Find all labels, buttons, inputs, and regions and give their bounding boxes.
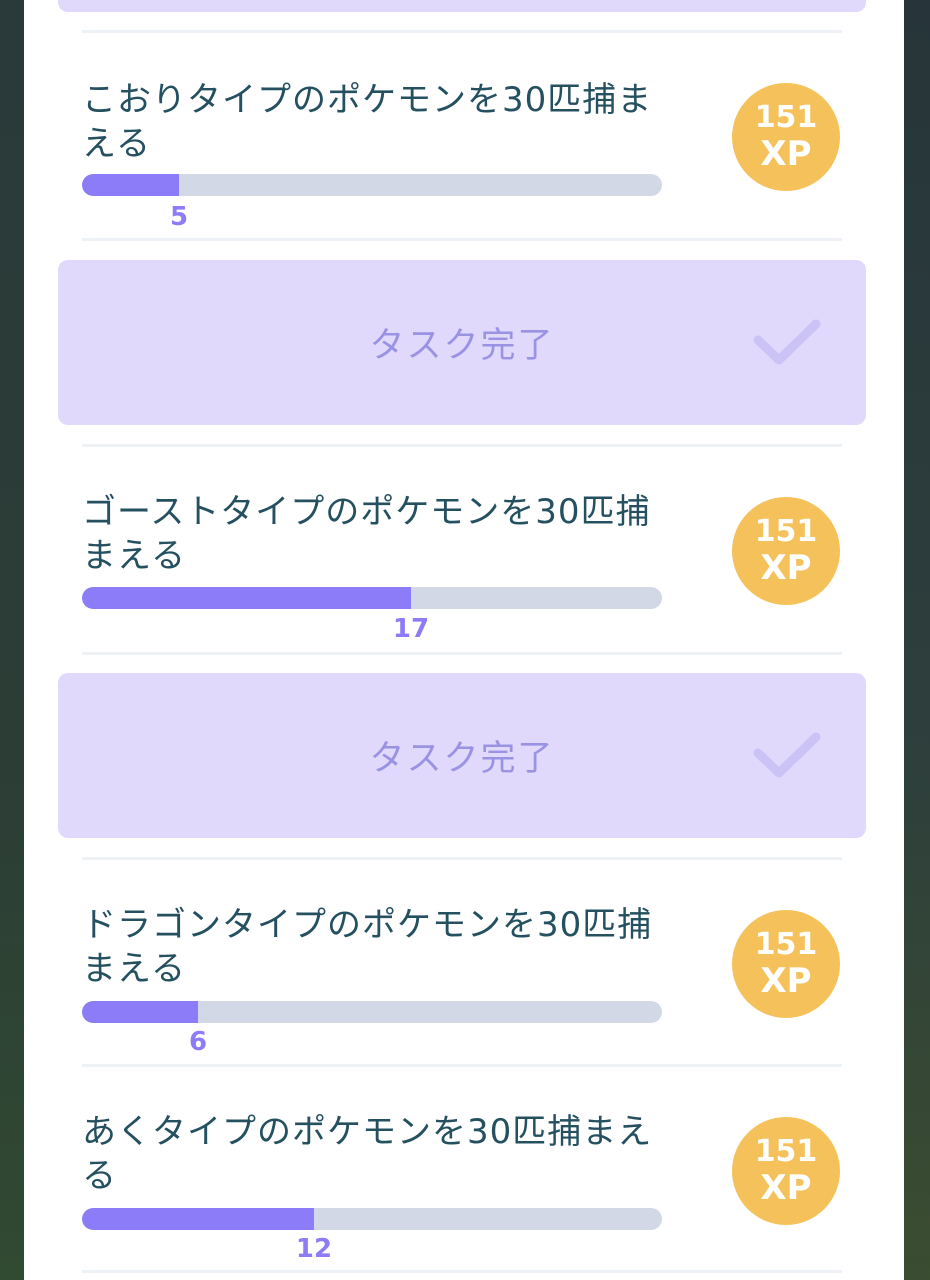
divider xyxy=(82,652,842,655)
xp-amount: 151 xyxy=(754,927,818,962)
progress-count: 5 xyxy=(169,202,189,232)
xp-amount: 151 xyxy=(754,100,818,135)
divider xyxy=(82,1064,842,1067)
progress-bar-fill xyxy=(82,587,411,609)
task-title: ゴーストタイプのポケモンを30匹捕まえる xyxy=(82,492,651,576)
task-list-panel[interactable]: こおりタイプのポケモンを30匹捕まえる 5 151 XP タスク完了 ゴーストタ… xyxy=(24,0,904,1280)
progress-bar xyxy=(82,174,662,196)
progress-bar xyxy=(82,587,662,609)
task-complete-label: タスク完了 xyxy=(369,739,555,779)
xp-reward-badge: 151 XP xyxy=(732,1117,840,1225)
divider xyxy=(82,1270,842,1273)
xp-amount: 151 xyxy=(754,1134,818,1169)
xp-reward-badge: 151 XP xyxy=(732,83,840,191)
divider xyxy=(82,857,842,860)
progress-bar-fill xyxy=(82,1001,198,1023)
task-item[interactable]: あくタイプのポケモンを30匹捕まえる 12 151 XP xyxy=(82,1110,846,1280)
task-title: こおりタイプのポケモンを30匹捕まえる xyxy=(82,80,653,164)
task-item[interactable]: ゴーストタイプのポケモンを30匹捕まえる 17 151 XP xyxy=(82,490,846,670)
divider xyxy=(82,238,842,241)
completed-task-card[interactable]: タスク完了 xyxy=(58,673,866,838)
task-item[interactable]: ドラゴンタイプのポケモンを30匹捕まえる 6 151 XP xyxy=(82,903,846,1083)
task-title: あくタイプのポケモンを30匹捕まえる xyxy=(82,1112,653,1196)
progress-count: 6 xyxy=(188,1027,208,1057)
checkmark-icon xyxy=(753,319,821,365)
background-left xyxy=(0,0,24,1280)
xp-unit: XP xyxy=(760,1168,812,1208)
progress-count: 17 xyxy=(392,614,430,644)
divider xyxy=(82,444,842,447)
xp-unit: XP xyxy=(760,961,812,1001)
task-title: ドラゴンタイプのポケモンを30匹捕まえる xyxy=(82,905,653,989)
divider xyxy=(82,30,842,33)
completed-task-card-partial xyxy=(58,0,866,12)
completed-task-card[interactable]: タスク完了 xyxy=(58,260,866,425)
background-right xyxy=(904,0,930,1280)
task-item[interactable]: こおりタイプのポケモンを30匹捕まえる 5 151 XP xyxy=(82,78,846,258)
xp-reward-badge: 151 XP xyxy=(732,910,840,1018)
xp-unit: XP xyxy=(760,548,812,588)
progress-bar-fill xyxy=(82,1208,314,1230)
progress-count: 12 xyxy=(295,1234,333,1264)
progress-bar-fill xyxy=(82,174,179,196)
xp-unit: XP xyxy=(760,134,812,174)
progress-bar xyxy=(82,1001,662,1023)
xp-amount: 151 xyxy=(754,514,818,549)
task-complete-label: タスク完了 xyxy=(369,326,555,366)
checkmark-icon xyxy=(753,732,821,778)
progress-bar xyxy=(82,1208,662,1230)
xp-reward-badge: 151 XP xyxy=(732,497,840,605)
